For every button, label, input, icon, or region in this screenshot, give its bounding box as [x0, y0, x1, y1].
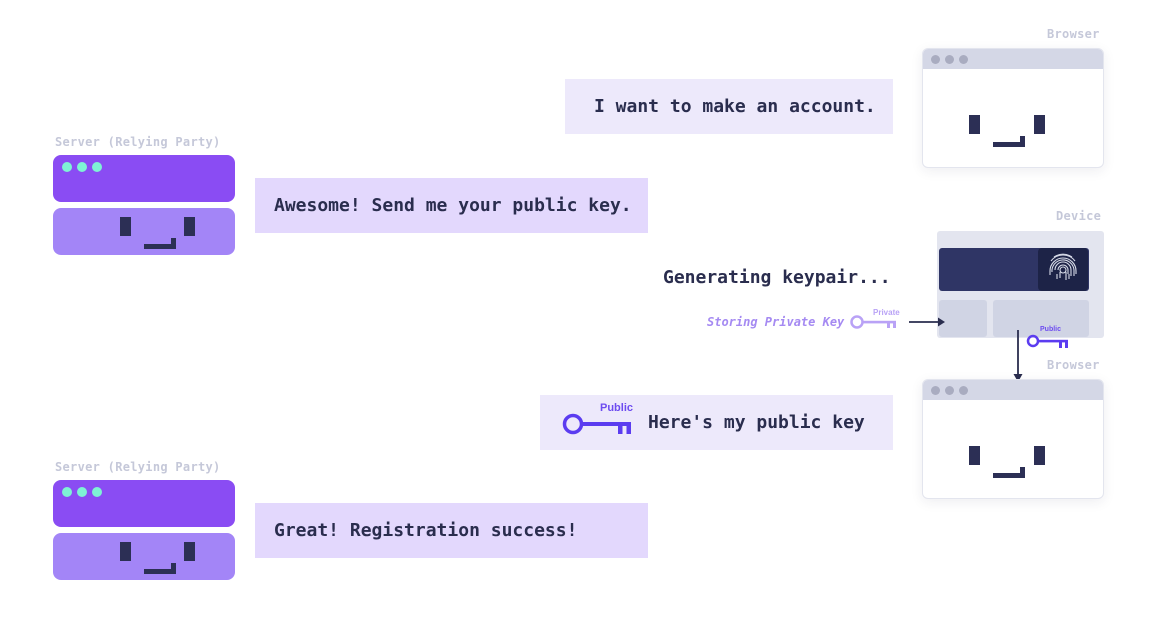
face-eye-left	[120, 542, 131, 561]
generating-status: Generating keypair...	[663, 267, 891, 288]
browser-window-top	[922, 48, 1104, 168]
face-eye-right	[1034, 115, 1045, 134]
window-dot	[931, 386, 940, 395]
face-mouth-corner	[171, 238, 176, 247]
face-mouth-corner	[1020, 136, 1025, 145]
arrow-right	[909, 317, 945, 327]
server-led	[62, 162, 72, 172]
server-label-bottom: Server (Relying Party)	[55, 460, 221, 474]
window-dot	[959, 386, 968, 395]
browser-window-bottom	[922, 379, 1104, 499]
message-browser-send-text: Here's my public key	[648, 412, 865, 433]
key-icon-public-small	[1026, 334, 1068, 348]
face-eye-left	[969, 446, 980, 465]
arrow-down	[1013, 330, 1023, 382]
device-label: Device	[1056, 209, 1102, 223]
face-eye-left	[120, 217, 131, 236]
key-icon-private	[850, 315, 896, 329]
server-led	[62, 487, 72, 497]
server-led	[92, 162, 102, 172]
device-panel: Public	[937, 231, 1104, 338]
browser-label-bottom: Browser	[1047, 358, 1100, 372]
server-led	[92, 487, 102, 497]
fingerprint-icon	[1038, 248, 1088, 291]
window-dot	[945, 55, 954, 64]
message-server-success: Great! Registration success!	[255, 503, 648, 558]
server-led	[77, 162, 87, 172]
message-browser-request: I want to make an account.	[565, 79, 893, 134]
server-box-top	[53, 155, 235, 255]
face-eye-left	[969, 115, 980, 134]
face-eye-right	[1034, 446, 1045, 465]
browser-label-top: Browser	[1047, 27, 1100, 41]
message-server-reply: Awesome! Send me your public key.	[255, 178, 648, 233]
server-face-panel	[53, 208, 235, 255]
face-mouth-corner	[171, 563, 176, 572]
window-titlebar	[923, 49, 1103, 69]
public-key-label: Public	[600, 402, 634, 414]
window-dot	[959, 55, 968, 64]
window-dot	[931, 55, 940, 64]
face-mouth-corner	[1020, 467, 1025, 476]
window-dot	[945, 386, 954, 395]
face-eye-right	[184, 542, 195, 561]
server-box-bottom	[53, 480, 235, 580]
window-titlebar	[923, 380, 1103, 400]
server-top-panel	[53, 480, 235, 527]
server-label-top: Server (Relying Party)	[55, 135, 221, 149]
face-eye-right	[184, 217, 195, 236]
server-face-panel	[53, 533, 235, 580]
server-led	[77, 487, 87, 497]
storing-private-key-text: Storing Private Key	[707, 315, 845, 329]
server-top-panel	[53, 155, 235, 202]
